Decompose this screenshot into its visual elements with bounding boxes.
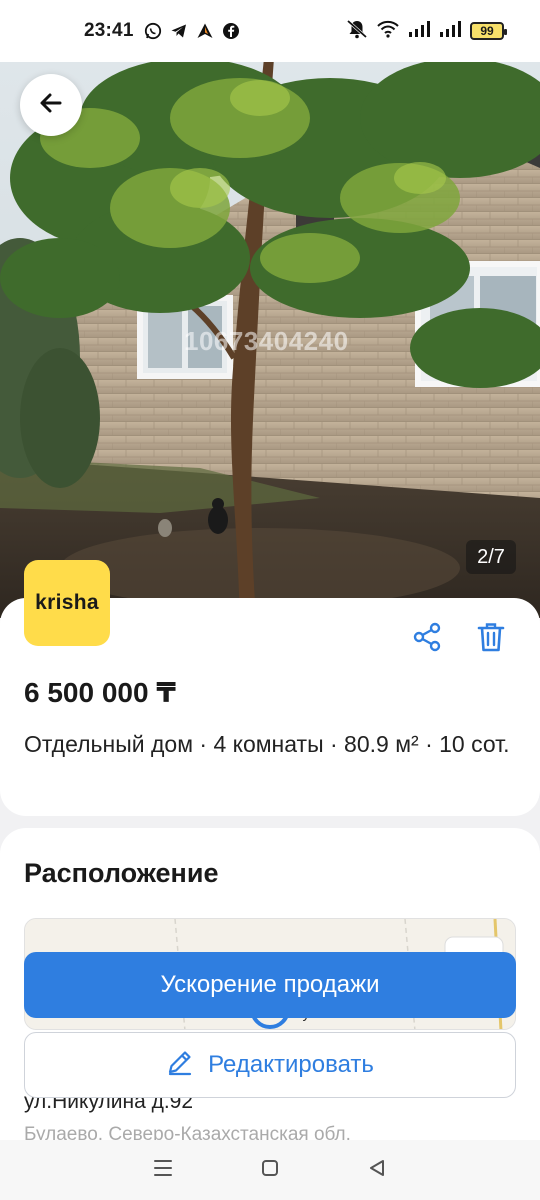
status-indicators: 99 (346, 19, 507, 44)
nav-home-button[interactable] (255, 1155, 285, 1185)
listing-description: Отдельный дом · 4 комнаты · 80.9 м² · 10… (24, 731, 510, 757)
share-icon (412, 622, 442, 657)
signal-icon-2 (439, 20, 461, 42)
photo-watermark: 10673404240 (184, 326, 349, 356)
mute-icon (346, 19, 368, 44)
facebook-icon (222, 22, 240, 40)
trash-icon (476, 621, 506, 658)
back-button[interactable] (20, 74, 82, 136)
app-screen: 23:41 99 10673404240 2/7 krisha 6 500 00… (0, 0, 540, 1200)
navigation-app-icon (196, 22, 214, 40)
share-button[interactable] (408, 620, 446, 658)
back-triangle-icon (367, 1158, 387, 1183)
status-time: 23:41 (84, 20, 134, 41)
nav-menu-button[interactable] (148, 1155, 178, 1185)
status-app-icons (144, 22, 240, 40)
battery-indicator: 99 (470, 22, 507, 40)
arrow-left-icon (38, 90, 64, 121)
telegram-icon (170, 22, 188, 40)
home-square-icon (260, 1158, 280, 1183)
location-title: Расположение (24, 858, 219, 888)
listing-price: 6 500 000 ₸ (24, 677, 176, 708)
wifi-icon (377, 20, 399, 43)
photo-counter: 2/7 (466, 540, 516, 574)
boost-sale-button[interactable]: Ускорение продажи (24, 952, 516, 1018)
menu-icon (152, 1158, 174, 1183)
signal-icon (408, 20, 430, 42)
nav-back-button[interactable] (362, 1155, 392, 1185)
delete-button[interactable] (472, 620, 510, 658)
whatsapp-icon (144, 22, 162, 40)
system-nav-bar (0, 1140, 540, 1200)
edit-button[interactable]: Редактировать (24, 1032, 516, 1098)
edit-button-label: Редактировать (208, 1051, 374, 1078)
pencil-icon (166, 1048, 194, 1083)
krisha-logo: krisha (24, 560, 110, 646)
status-bar: 23:41 99 (0, 0, 540, 62)
